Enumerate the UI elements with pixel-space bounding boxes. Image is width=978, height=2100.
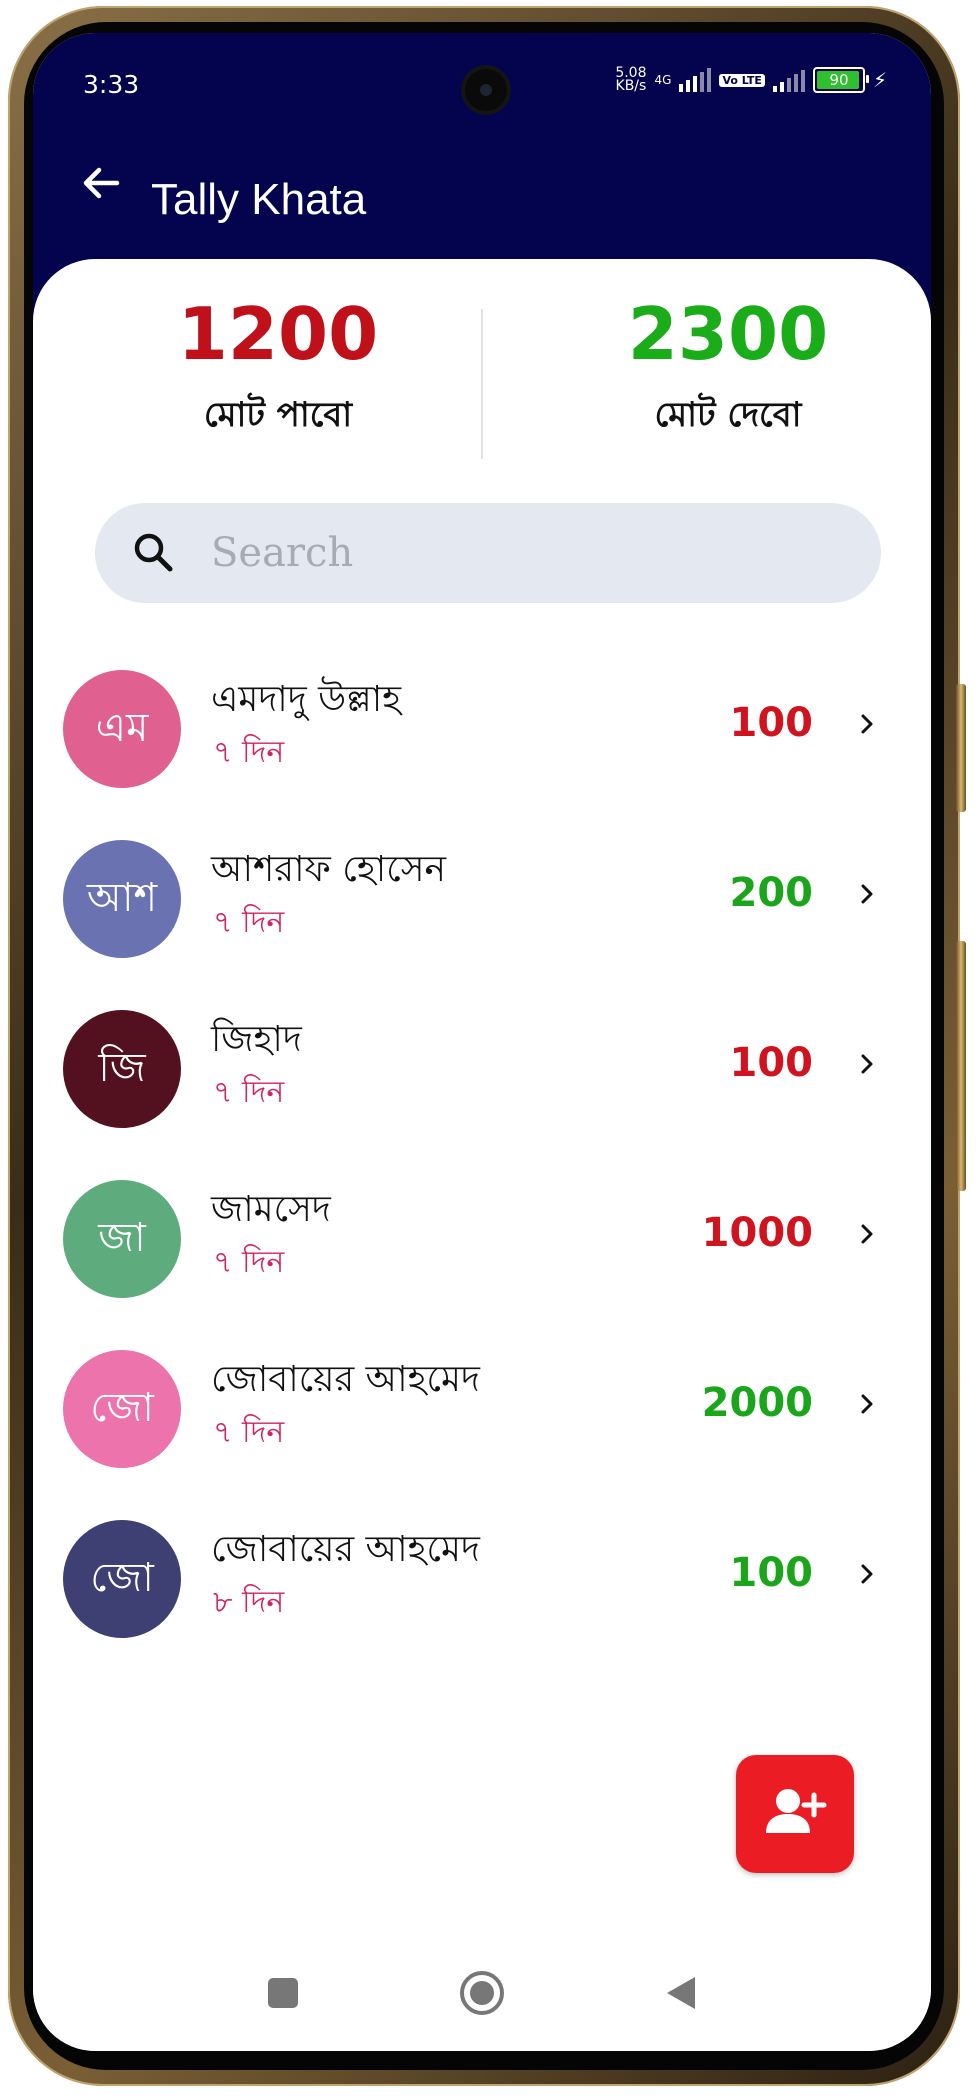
contact-avatar: জো xyxy=(63,1520,181,1638)
chevron-right-icon[interactable] xyxy=(847,1554,887,1594)
volte-icon: Vo LTE xyxy=(719,73,765,87)
chevron-right-icon[interactable] xyxy=(847,704,887,744)
recents-button[interactable] xyxy=(253,1963,313,2023)
contact-days: ৭ দিন xyxy=(213,1415,285,1450)
search-icon xyxy=(129,528,179,578)
chevron-right-icon[interactable] xyxy=(847,1044,887,1084)
battery-icon: 90 xyxy=(812,67,869,93)
system-nav-bar xyxy=(33,1941,931,2051)
contact-amount: 100 xyxy=(729,1040,814,1086)
home-button[interactable] xyxy=(452,1963,512,2023)
contact-name: জোবায়ের আহমেদ xyxy=(211,1529,480,1570)
status-icons: 5.08 KB/s 4G Vo LTE 90 ⚡ xyxy=(615,66,887,94)
total-give: 2300 মোট দেবো xyxy=(523,279,931,446)
volume-button xyxy=(956,684,966,812)
network-type: 4G xyxy=(654,72,672,87)
chevron-right-icon[interactable] xyxy=(847,874,887,914)
contact-amount: 1000 xyxy=(701,1210,813,1256)
contact-row[interactable]: জো জোবায়ের আহমেদ ৮ দিন 100 xyxy=(33,1494,931,1664)
total-receive: 1200 মোট পাবো xyxy=(73,279,483,446)
contact-days: ৭ দিন xyxy=(213,1245,285,1280)
battery-level: 90 xyxy=(829,71,849,89)
total-receive-label: মোট পাবো xyxy=(203,395,353,435)
total-give-value: 2300 xyxy=(627,292,829,376)
search-bar[interactable] xyxy=(95,503,881,603)
search-input[interactable] xyxy=(209,529,813,577)
network-speed: 5.08 KB/s xyxy=(615,66,647,94)
square-icon xyxy=(268,1978,298,2008)
app-screen: 3:33 5.08 KB/s 4G Vo LTE 90 ⚡ Tally Khat… xyxy=(33,33,931,2051)
total-receive-value: 1200 xyxy=(177,292,379,376)
contact-avatar: আশ xyxy=(63,840,181,958)
system-back-button[interactable] xyxy=(651,1963,711,2023)
signal-icon xyxy=(679,68,712,92)
contact-amount: 100 xyxy=(729,1550,814,1596)
contact-row[interactable]: জা জামসেদ ৭ দিন 1000 xyxy=(33,1154,931,1324)
totals-summary: 1200 মোট পাবো 2300 মোট দেবো xyxy=(33,279,931,459)
contact-avatar: জা xyxy=(63,1180,181,1298)
contact-days: ৮ দিন xyxy=(213,1585,285,1620)
charging-icon: ⚡ xyxy=(872,68,887,92)
front-camera xyxy=(465,69,507,111)
total-give-label: মোট দেবো xyxy=(654,395,802,435)
contact-name: জোবায়ের আহমেদ xyxy=(211,1359,480,1400)
contact-row[interactable]: জো জোবায়ের আহমেদ ৭ দিন 2000 xyxy=(33,1324,931,1494)
totals-divider xyxy=(481,309,483,459)
page-title: Tally Khata xyxy=(151,175,367,224)
speed-unit: KB/s xyxy=(615,78,647,94)
chevron-right-icon[interactable] xyxy=(847,1214,887,1254)
add-contact-button[interactable] xyxy=(736,1755,854,1873)
contact-amount: 100 xyxy=(729,700,814,746)
home-circle-icon xyxy=(460,1971,504,2015)
contact-days: ৭ দিন xyxy=(213,905,285,940)
contact-avatar: জো xyxy=(63,1350,181,1468)
contact-days: ৭ দিন xyxy=(213,1075,285,1110)
contact-days: ৭ দিন xyxy=(213,735,285,770)
arrow-left-icon xyxy=(83,167,120,199)
contact-list: এম এমদাদু উল্লাহ ৭ দিন 100 আশ আশরাফ হোসেন ৭ দি… xyxy=(33,644,931,1664)
triangle-back-icon xyxy=(667,1977,695,2009)
signal-icon-2 xyxy=(772,68,805,92)
contact-row[interactable]: জি জিহাদ ৭ দিন 100 xyxy=(33,984,931,1154)
content-card: 1200 মোট পাবো 2300 মোট দেবো এম এমদাদু উল্… xyxy=(33,259,931,2051)
add-user-icon xyxy=(766,1789,827,1833)
contact-amount: 200 xyxy=(729,870,814,916)
chevron-right-icon[interactable] xyxy=(847,1384,887,1424)
contact-row[interactable]: আশ আশরাফ হোসেন ৭ দিন 200 xyxy=(33,814,931,984)
status-time: 3:33 xyxy=(83,70,140,99)
contact-name: আশরাফ হোসেন xyxy=(211,849,446,890)
contact-avatar: এম xyxy=(63,670,181,788)
contact-row[interactable]: এম এমদাদু উল্লাহ ৭ দিন 100 xyxy=(33,644,931,814)
contact-avatar: জি xyxy=(63,1010,181,1128)
contact-name: এমদাদু উল্লাহ xyxy=(211,679,402,720)
back-button[interactable] xyxy=(69,151,133,215)
contact-amount: 2000 xyxy=(701,1380,813,1426)
contact-name: জিহাদ xyxy=(211,1019,302,1060)
contact-name: জামসেদ xyxy=(211,1189,331,1230)
power-button xyxy=(956,941,966,1191)
